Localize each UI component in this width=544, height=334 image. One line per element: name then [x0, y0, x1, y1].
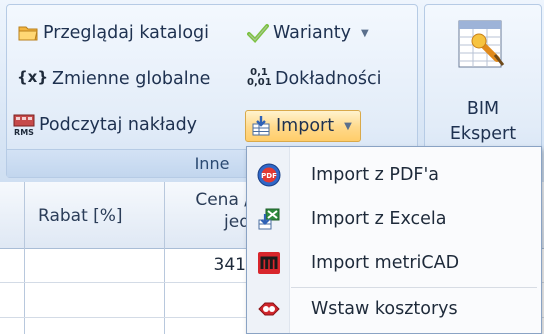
pdf-icon: PDF — [257, 163, 281, 187]
bim-label-line2: Ekspert — [449, 124, 517, 144]
chevron-down-icon: ▼ — [344, 120, 352, 132]
precision-label: Dokładności — [275, 69, 382, 89]
bim-expert-label: BIM Ekspert — [425, 97, 541, 147]
menu-item-import-metricad[interactable]: Import metriCAD — [247, 241, 541, 285]
import-icon — [250, 115, 272, 137]
import-dropdown-menu: PDF Import z PDF'a Import z Excela Impor… — [246, 146, 542, 334]
global-variables-button[interactable]: {x} Zmienne globalne — [17, 63, 210, 95]
insert-estimate-icon — [257, 297, 281, 321]
metricad-icon — [257, 251, 281, 275]
load-rms-button[interactable]: RMS Podczytaj nakłady — [13, 109, 197, 141]
import-label: Import — [276, 116, 335, 136]
folder-icon — [17, 22, 39, 44]
browse-catalogs-label: Przeglądaj katalogi — [43, 23, 210, 43]
menu-item-label: Import z Excela — [311, 209, 447, 229]
rms-icon: RMS — [13, 114, 35, 137]
chevron-down-icon: ▼ — [361, 27, 369, 39]
column-header-cena[interactable]: Cena / jed — [180, 190, 250, 232]
variable-icon: {x} — [17, 68, 48, 90]
load-rms-label: Podczytaj nakłady — [39, 115, 198, 135]
variable-icon-text: {x} — [17, 68, 49, 86]
precision-icon: 0,1 0,01 — [247, 68, 272, 90]
bim-label-line1: BIM — [466, 99, 500, 119]
precision-icon-bottom: 0,01 — [247, 77, 272, 88]
precision-button[interactable]: 0,1 0,01 Dokładności — [247, 63, 382, 95]
cena-header-line1: Cena / — [195, 190, 250, 210]
column-header-rabat[interactable]: Rabat [%] — [38, 206, 123, 226]
svg-text:PDF: PDF — [261, 172, 277, 180]
browse-catalogs-button[interactable]: Przeglądaj katalogi — [17, 17, 209, 49]
bim-expert-icon — [455, 17, 507, 71]
global-variables-label: Zmienne globalne — [52, 69, 211, 89]
menu-item-label: Import z PDF'a — [311, 165, 440, 185]
menu-item-insert-estimate[interactable]: Wstaw kosztorys — [247, 287, 541, 331]
variants-button[interactable]: Warianty ▼ — [247, 17, 369, 49]
import-button[interactable]: Import ▼ — [245, 110, 361, 142]
variants-label: Warianty — [273, 23, 351, 43]
menu-item-label: Wstaw kosztorys — [311, 299, 458, 319]
rms-icon-text: RMS — [14, 128, 34, 136]
checkmark-icon — [247, 22, 269, 44]
excel-import-icon — [257, 207, 281, 231]
cell-cena[interactable]: 341 — [200, 255, 246, 275]
menu-item-label: Import metriCAD — [311, 253, 460, 273]
menu-item-import-pdf[interactable]: PDF Import z PDF'a — [247, 153, 541, 197]
cena-header-line2: jed — [224, 212, 250, 232]
menu-item-import-excel[interactable]: Import z Excela — [247, 197, 541, 241]
